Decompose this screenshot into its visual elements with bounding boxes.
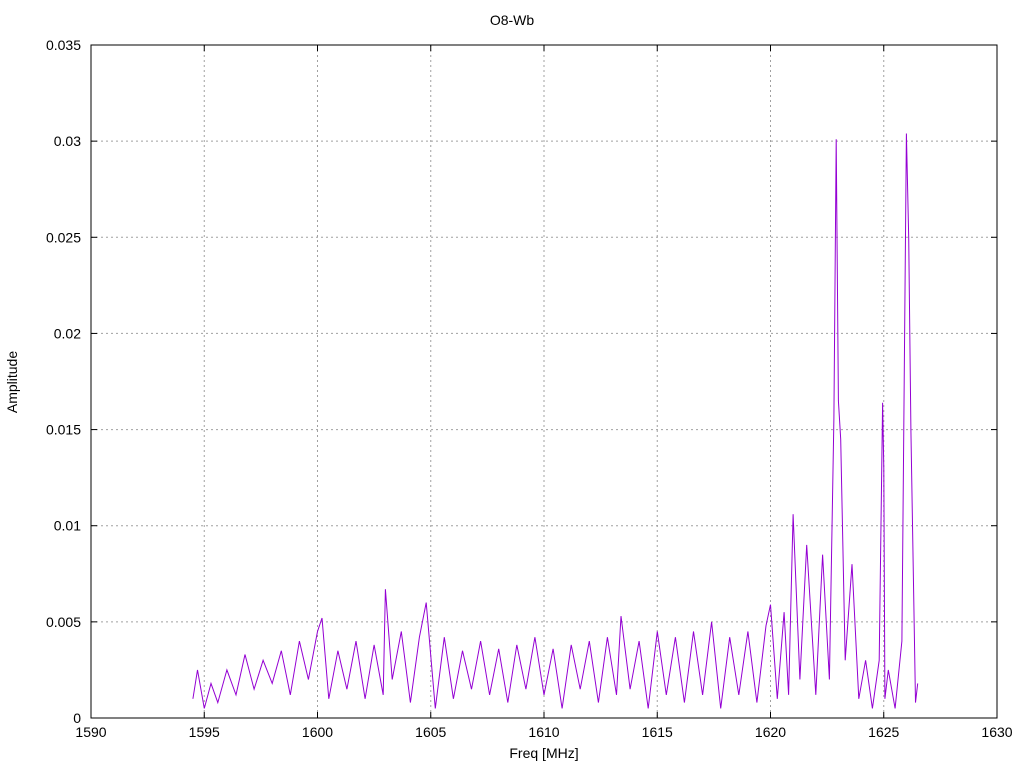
- y-tick-label: 0.005: [46, 614, 81, 630]
- x-tick-label: 1590: [75, 724, 106, 740]
- axis-ticks: 1590 1595 1600 1605 1610 1615 1620 1625 1630 0 0.0…: [46, 37, 1013, 740]
- y-tick-label: 0.015: [46, 422, 81, 438]
- y-tick-label: 0: [73, 710, 81, 726]
- x-tick-label: 1605: [415, 724, 446, 740]
- x-tick-label: 1625: [868, 724, 899, 740]
- y-tick-label: 0.025: [46, 229, 81, 245]
- x-tick-label: 1630: [981, 724, 1012, 740]
- x-tick-label: 1610: [528, 724, 559, 740]
- x-tick-label: 1620: [755, 724, 786, 740]
- y-tick-label: 0.03: [54, 133, 81, 149]
- x-tick-label: 1615: [642, 724, 673, 740]
- y-tick-label: 0.02: [54, 325, 81, 341]
- y-tick-label: 0.035: [46, 37, 81, 53]
- grid-lines: [91, 45, 997, 718]
- y-tick-label: 0.01: [54, 518, 81, 534]
- x-tick-label: 1600: [302, 724, 333, 740]
- x-tick-label: 1595: [189, 724, 220, 740]
- chart-plot-area: 1590 1595 1600 1605 1610 1615 1620 1625 1630 0 0.0…: [46, 37, 1013, 740]
